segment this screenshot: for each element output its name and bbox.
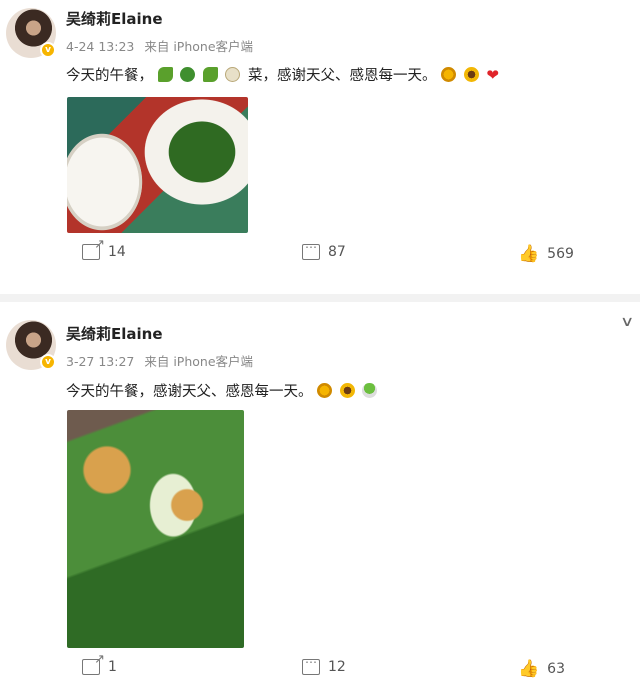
like-count: 569: [547, 246, 574, 262]
repost-button[interactable]: 14: [82, 237, 126, 260]
sunflower-icon: [339, 383, 355, 398]
onion-icon: [225, 67, 241, 82]
thumbs-up-icon: 👍: [518, 659, 540, 679]
post-photo[interactable]: [67, 97, 248, 233]
post-text: 今天的午餐，感谢天父、感恩每一天。: [66, 380, 380, 401]
repost-count: 1: [108, 659, 117, 675]
comment-button[interactable]: 87: [302, 240, 346, 260]
post-text-end: 菜，感谢天父、感恩每一天。: [248, 68, 437, 84]
repost-icon: [82, 237, 105, 260]
action-bar: 14 87 👍 569: [0, 237, 640, 268]
weibo-post-2: ∨ v 吴绮莉Elaine 3-27 13:27 来自 iPhone客户端 今天…: [0, 302, 640, 683]
weibo-post-1: v 吴绮莉Elaine 4-24 13:23 来自 iPhone客户端 今天的午…: [0, 0, 640, 294]
post-text-body: 今天的午餐，感谢天父、感恩每一天。: [66, 384, 313, 400]
repost-button[interactable]: 1: [82, 652, 117, 675]
post-meta: 4-24 13:23 来自 iPhone客户端: [66, 36, 259, 55]
verified-badge-icon: v: [40, 42, 56, 58]
post-text-start: 今天的午餐，: [66, 68, 153, 84]
heart-icon: ❤: [486, 66, 499, 84]
sun-icon: [441, 67, 457, 82]
post-meta: 3-27 13:27 来自 iPhone客户端: [66, 351, 259, 370]
post-text: 今天的午餐， 菜，感谢天父、感恩每一天。 ❤: [66, 64, 499, 85]
broccoli-icon: [180, 67, 196, 82]
sun-icon: [317, 383, 333, 398]
cucumber-icon: [157, 67, 173, 82]
repost-count: 14: [108, 244, 126, 260]
post-source: 来自 iPhone客户端: [144, 354, 254, 369]
post-time: 3-27 13:27: [66, 354, 135, 369]
username[interactable]: 吴绮莉Elaine: [66, 323, 163, 344]
verified-badge-icon: v: [40, 354, 56, 370]
username[interactable]: 吴绮莉Elaine: [66, 8, 163, 29]
salad-icon: [362, 383, 378, 398]
like-button[interactable]: 👍 63: [518, 659, 565, 679]
thumbs-up-icon: 👍: [518, 244, 540, 264]
chevron-down-icon[interactable]: ∨: [620, 314, 634, 330]
comment-count: 87: [328, 244, 346, 260]
post-photo[interactable]: [67, 410, 244, 648]
comment-icon: [302, 240, 320, 260]
like-button[interactable]: 👍 569: [518, 244, 574, 264]
action-bar: 1 12 👍 63: [0, 652, 640, 683]
comment-icon: [302, 655, 320, 675]
post-time: 4-24 13:23: [66, 39, 135, 54]
comment-button[interactable]: 12: [302, 655, 346, 675]
post-divider: [0, 294, 640, 302]
post-source: 来自 iPhone客户端: [144, 39, 254, 54]
sunflower-icon: [463, 67, 479, 82]
like-count: 63: [547, 661, 565, 677]
repost-icon: [82, 652, 105, 675]
cucumber-icon: [202, 67, 218, 82]
comment-count: 12: [328, 659, 346, 675]
